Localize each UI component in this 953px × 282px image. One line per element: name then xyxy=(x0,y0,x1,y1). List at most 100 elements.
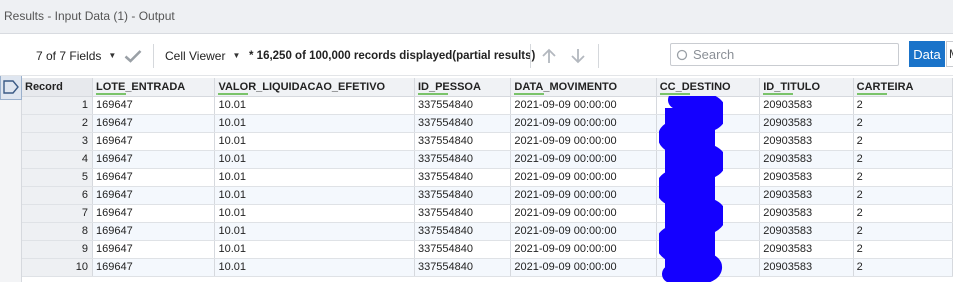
table-cell[interactable]: 10.01 xyxy=(214,168,415,187)
table-cell[interactable]: 20903583 xyxy=(759,258,854,277)
table-row[interactable]: 3 169647 10.01 337554840 2021-09-09 00:00:00… xyxy=(22,132,953,151)
column-header-lote-entrada[interactable]: LOTE_ENTRADA xyxy=(92,78,216,97)
table-cell[interactable]: 2021-09-09 00:00:00 xyxy=(510,96,657,115)
type-indicator xyxy=(763,92,794,95)
column-header-record[interactable]: Record xyxy=(22,78,93,97)
table-cell[interactable]: 2021-09-09 00:00:00 xyxy=(510,150,657,169)
table-row[interactable]: 9 169647 10.01 337554840 2021-09-09 00:00:00… xyxy=(22,240,953,259)
window-title: Results - Input Data (1) - Output xyxy=(4,9,175,23)
table-cell[interactable]: 169647 xyxy=(92,222,216,241)
table-cell[interactable]: 20903583 xyxy=(759,204,854,223)
fields-dropdown[interactable]: 7 of 7 Fields ▼ xyxy=(36,35,116,76)
table-cell[interactable]: 2021-09-09 00:00:00 xyxy=(510,132,657,151)
table-cell[interactable]: 20903583 xyxy=(759,114,854,133)
table-cell[interactable]: 2021-09-09 00:00:00 xyxy=(510,222,657,241)
table-cell[interactable]: 337554840 xyxy=(414,186,512,205)
record-number: 3 xyxy=(22,132,93,151)
cell-viewer-dropdown[interactable]: Cell Viewer ▼ xyxy=(165,35,240,76)
table-row[interactable]: 6 169647 10.01 337554840 2021-09-09 00:00:00… xyxy=(22,186,953,205)
table-cell[interactable]: 337554840 xyxy=(414,96,512,115)
table-cell[interactable]: 20903583 xyxy=(759,168,854,187)
type-indicator xyxy=(856,92,887,95)
record-number: 7 xyxy=(22,204,93,223)
table-cell[interactable]: 2021-09-09 00:00:00 xyxy=(510,204,657,223)
table-cell[interactable]: 169647 xyxy=(92,240,216,259)
table-cell[interactable]: 337554840 xyxy=(414,222,512,241)
table-cell[interactable]: 10.01 xyxy=(214,132,415,151)
table-row[interactable]: 5 169647 10.01 337554840 2021-09-09 00:00:00… xyxy=(22,168,953,187)
table-cell[interactable]: 2 xyxy=(853,114,953,133)
table-cell[interactable]: 169647 xyxy=(92,168,216,187)
table-cell[interactable]: 169647 xyxy=(92,96,216,115)
table-cell[interactable]: 2 xyxy=(853,150,953,169)
table-cell[interactable]: 20903583 xyxy=(759,186,854,205)
table-cell[interactable]: 337554840 xyxy=(414,114,512,133)
table-cell[interactable]: 10.01 xyxy=(214,240,415,259)
table-cell[interactable]: 169647 xyxy=(92,150,216,169)
table-cell[interactable]: 10.01 xyxy=(214,150,415,169)
chevron-down-icon: ▼ xyxy=(232,51,241,60)
table-cell[interactable]: 2 xyxy=(853,132,953,151)
toolbar-divider xyxy=(598,44,599,68)
table-cell[interactable]: 2021-09-09 00:00:00 xyxy=(510,114,657,133)
data-button[interactable]: Data xyxy=(909,41,945,67)
table-cell[interactable]: 337554840 xyxy=(414,132,512,151)
toolbar-divider xyxy=(153,44,154,68)
search-input[interactable]: Search xyxy=(670,43,899,66)
table-cell[interactable]: 2 xyxy=(853,168,953,187)
table-cell[interactable]: 337554840 xyxy=(414,168,512,187)
table-cell[interactable]: 2021-09-09 00:00:00 xyxy=(510,258,657,277)
table-cell[interactable]: 169647 xyxy=(92,114,216,133)
table-cell[interactable]: 10.01 xyxy=(214,258,415,277)
type-indicator xyxy=(417,92,448,95)
table-cell[interactable]: 2021-09-09 00:00:00 xyxy=(510,240,657,259)
table-row[interactable]: 1 169647 10.01 337554840 2021-09-09 00:00:00… xyxy=(22,96,953,115)
table-row[interactable]: 8 169647 10.01 337554840 2021-09-09 00:00:00… xyxy=(22,222,953,241)
table-cell[interactable]: 20903583 xyxy=(759,150,854,169)
table-cell[interactable]: 2 xyxy=(853,186,953,205)
column-header-data-movimento[interactable]: DATA_MOVIMENTO xyxy=(510,78,657,97)
table-cell[interactable]: 169647 xyxy=(92,132,216,151)
checkmark-icon[interactable] xyxy=(124,35,142,76)
table-cell[interactable]: 337554840 xyxy=(414,240,512,259)
column-header-id-pessoa[interactable]: ID_PESSOA xyxy=(414,78,512,97)
table-cell[interactable]: 169647 xyxy=(92,258,216,277)
tag-shape-icon[interactable] xyxy=(0,74,22,100)
table-cell[interactable]: 10.01 xyxy=(214,114,415,133)
table-cell[interactable]: 337554840 xyxy=(414,204,512,223)
table-row[interactable]: 7 169647 10.01 337554840 2021-09-09 00:00:00… xyxy=(22,204,953,223)
table-cell[interactable]: 2021-09-09 00:00:00 xyxy=(510,168,657,187)
column-header-valor-liquidacao[interactable]: VALOR_LIQUIDACAO_EFETIVO xyxy=(214,78,415,97)
cell-viewer-label: Cell Viewer xyxy=(165,48,226,63)
table-cell[interactable]: 20903583 xyxy=(759,222,854,241)
table-row[interactable]: 4 169647 10.01 337554840 2021-09-09 00:00:00… xyxy=(22,150,953,169)
column-header-id-titulo[interactable]: ID_TITULO xyxy=(759,78,854,97)
table-cell[interactable]: 2 xyxy=(853,240,953,259)
column-header-cc-destino[interactable]: CC_DESTINO xyxy=(656,78,761,97)
table-cell[interactable]: 2 xyxy=(853,222,953,241)
table-cell[interactable]: 169647 xyxy=(92,204,216,223)
table-cell[interactable]: 2 xyxy=(853,204,953,223)
record-number: 5 xyxy=(22,168,93,187)
column-header-carteira[interactable]: CARTEIRA xyxy=(853,78,953,97)
table-cell[interactable]: 169647 xyxy=(92,186,216,205)
table-cell[interactable]: 337554840 xyxy=(414,258,512,277)
table-cell[interactable]: 337554840 xyxy=(414,150,512,169)
table-cell[interactable]: 10.01 xyxy=(214,186,415,205)
table-cell[interactable]: 10.01 xyxy=(214,96,415,115)
table-cell[interactable]: 10.01 xyxy=(214,204,415,223)
table-row[interactable]: 10 169647 10.01 337554840 2021-09-09 00:00:0… xyxy=(22,258,953,277)
table-cell[interactable]: 20903583 xyxy=(759,240,854,259)
table-cell[interactable]: 20903583 xyxy=(759,132,854,151)
table-cell[interactable]: 2 xyxy=(853,258,953,277)
arrow-up-icon[interactable] xyxy=(541,35,557,76)
table-cell[interactable]: 20903583 xyxy=(759,96,854,115)
table-row[interactable]: 2 169647 10.01 337554840 2021-09-09 00:00:00… xyxy=(22,114,953,133)
metadata-button[interactable]: M xyxy=(946,41,953,67)
table-cell[interactable]: 10.01 xyxy=(214,222,415,241)
table-cell[interactable]: 2021-09-09 00:00:00 xyxy=(510,186,657,205)
toolbar-divider xyxy=(530,44,531,68)
arrow-down-icon[interactable] xyxy=(570,35,586,76)
table-cell[interactable]: 2 xyxy=(853,96,953,115)
record-number: 2 xyxy=(22,114,93,133)
